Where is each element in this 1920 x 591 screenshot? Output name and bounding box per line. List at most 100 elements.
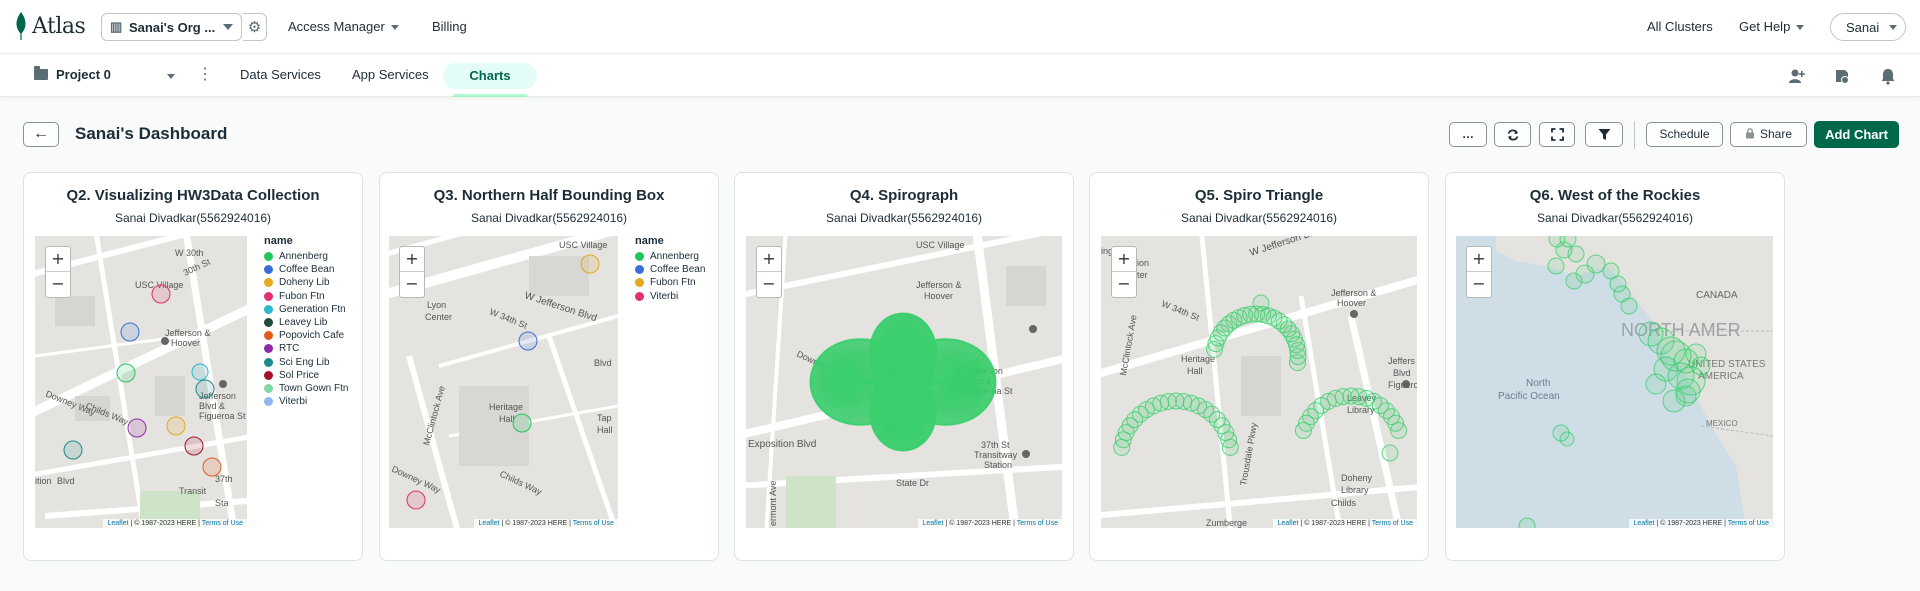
legend-item[interactable]: Popovich Cafe [264,329,348,342]
legend-item[interactable]: Doheny Lib [264,276,348,289]
leaflet-link[interactable]: Leaflet [1277,520,1298,527]
map-point[interactable] [1381,444,1399,462]
organization-settings-button[interactable]: ⚙ [243,13,267,41]
legend-item[interactable]: Town Gown Ftn [264,382,348,395]
map-point[interactable] [1221,438,1239,456]
terms-link[interactable]: Terms of Use [1728,520,1769,527]
map-point[interactable] [1559,431,1575,447]
more-options-button[interactable]: … [1449,122,1487,147]
map-point[interactable] [512,413,532,433]
legend-item[interactable]: Coffee Bean [635,263,705,276]
map-q3[interactable]: USC Village W Jefferson Blvd Lyon Center… [389,236,618,528]
zoom-in-button[interactable]: + [1467,247,1491,272]
tab-app-services[interactable]: App Services [352,67,429,82]
terms-link[interactable]: Terms of Use [1372,520,1413,527]
map-point[interactable] [1390,422,1408,439]
legend-item[interactable]: Coffee Bean [264,263,348,276]
map-point[interactable] [151,284,171,304]
legend-item[interactable]: Viterbi [264,395,348,408]
chevron-down-icon[interactable] [167,74,175,79]
terms-link[interactable]: Terms of Use [202,520,243,527]
legend-item[interactable]: Annenberg [635,250,705,263]
map-q5[interactable]: ington ion ter W Jefferson Blvd Jefferso… [1101,236,1417,528]
zoom-out-button[interactable]: − [400,272,424,297]
map-point[interactable] [184,436,204,456]
zoom-in-button[interactable]: + [1112,247,1136,272]
map-point[interactable] [116,363,136,383]
tab-charts[interactable]: Charts [443,63,537,97]
zoom-out-button[interactable]: − [757,272,781,297]
map-point[interactable] [1289,354,1306,372]
zoom-out-button[interactable]: − [1112,272,1136,297]
map-point[interactable] [166,416,186,436]
leaflet-link[interactable]: Leaflet [1633,520,1654,527]
leaflet-link[interactable]: Leaflet [478,520,499,527]
legend-item[interactable]: Viterbi [635,290,705,303]
legend-item[interactable]: Generation Ftn [264,303,348,316]
map-point[interactable] [951,357,997,403]
add-chart-button[interactable]: Add Chart [1814,121,1899,148]
schedule-button[interactable]: Schedule [1646,122,1723,147]
legend-item[interactable]: Annenberg [264,250,348,263]
terms-link[interactable]: Terms of Use [573,520,614,527]
zoom-out-button[interactable]: − [1467,272,1491,297]
legend-item[interactable]: Fubon Ftn [264,290,348,303]
invite-user-icon[interactable] [1788,67,1806,85]
map-q6[interactable]: CANADA NORTH AMER North Pacific Ocean UN… [1456,236,1773,528]
project-options-icon[interactable]: ⋮ [197,67,213,83]
map-point[interactable] [191,363,209,381]
organization-selector[interactable]: ▥ Sanai's Org ... [101,13,242,41]
map-point[interactable] [1565,272,1583,290]
map-point[interactable] [1547,257,1565,275]
map-point[interactable] [1620,297,1638,315]
leaflet-link[interactable]: Leaflet [107,520,128,527]
tab-data-services[interactable]: Data Services [240,67,321,82]
map-point[interactable] [120,322,140,342]
map-q4[interactable]: USC Village Jefferson & Hoover Jefferson… [746,236,1062,528]
share-button[interactable]: Share [1730,122,1807,147]
map-point[interactable] [406,490,426,510]
billing-link[interactable]: Billing [432,19,467,34]
map-point[interactable] [63,440,83,460]
refresh-button[interactable] [1494,122,1531,147]
map-point[interactable] [518,331,538,351]
map-q2[interactable]: W 30th USC Village Transit Jefferson & H… [35,236,247,528]
chart-card-q5[interactable]: Q5. Spiro Triangle Sanai Divadkar(556292… [1089,172,1429,561]
map-point[interactable] [1653,356,1679,382]
fullscreen-button[interactable] [1539,122,1575,147]
leaflet-link[interactable]: Leaflet [922,520,943,527]
legend-item[interactable]: RTC [264,342,348,355]
zoom-in-button[interactable]: + [757,247,781,272]
legend-item[interactable]: Fubon Ftn [635,276,705,289]
map-point[interactable] [1691,356,1711,376]
back-button[interactable]: ← [23,122,59,147]
legend-item[interactable]: Leavey Lib [264,316,348,329]
all-clusters-link[interactable]: All Clusters [1647,19,1713,34]
chart-card-q2[interactable]: Q2. Visualizing HW3Data Collection Sanai… [23,172,363,561]
project-selector[interactable]: Project 0 [34,66,111,82]
map-point[interactable] [127,418,147,438]
legend-item[interactable]: Sci Eng Lib [264,356,348,369]
map-point[interactable] [195,379,215,399]
get-help-menu[interactable]: Get Help [1739,19,1805,34]
zoom-out-button[interactable]: − [46,272,70,297]
project-activity-icon[interactable] [1833,67,1851,85]
zoom-in-button[interactable]: + [46,247,70,272]
map-point[interactable] [202,457,222,477]
map-point[interactable] [580,254,600,274]
zoom-in-button[interactable]: + [400,247,424,272]
chart-card-q3[interactable]: Q3. Northern Half Bounding Box Sanai Div… [379,172,719,561]
legend-item[interactable]: Sol Price [264,369,348,382]
user-menu[interactable]: Sanai [1830,13,1906,41]
chart-card-q4[interactable]: Q4. Spirograph Sanai Divadkar(5562924016… [734,172,1074,561]
atlas-logo[interactable]: Atlas [14,12,86,40]
chart-card-q6[interactable]: Q6. West of the Rockies Sanai Divadkar(5… [1445,172,1785,561]
map-point[interactable] [1252,294,1270,312]
map-point[interactable] [1675,385,1697,407]
map-point[interactable] [1602,262,1620,280]
terms-link[interactable]: Terms of Use [1017,520,1058,527]
filter-button[interactable] [1585,122,1623,147]
access-manager-menu[interactable]: Access Manager [288,19,399,34]
bell-icon[interactable] [1879,67,1897,85]
map-point[interactable] [1567,245,1585,263]
